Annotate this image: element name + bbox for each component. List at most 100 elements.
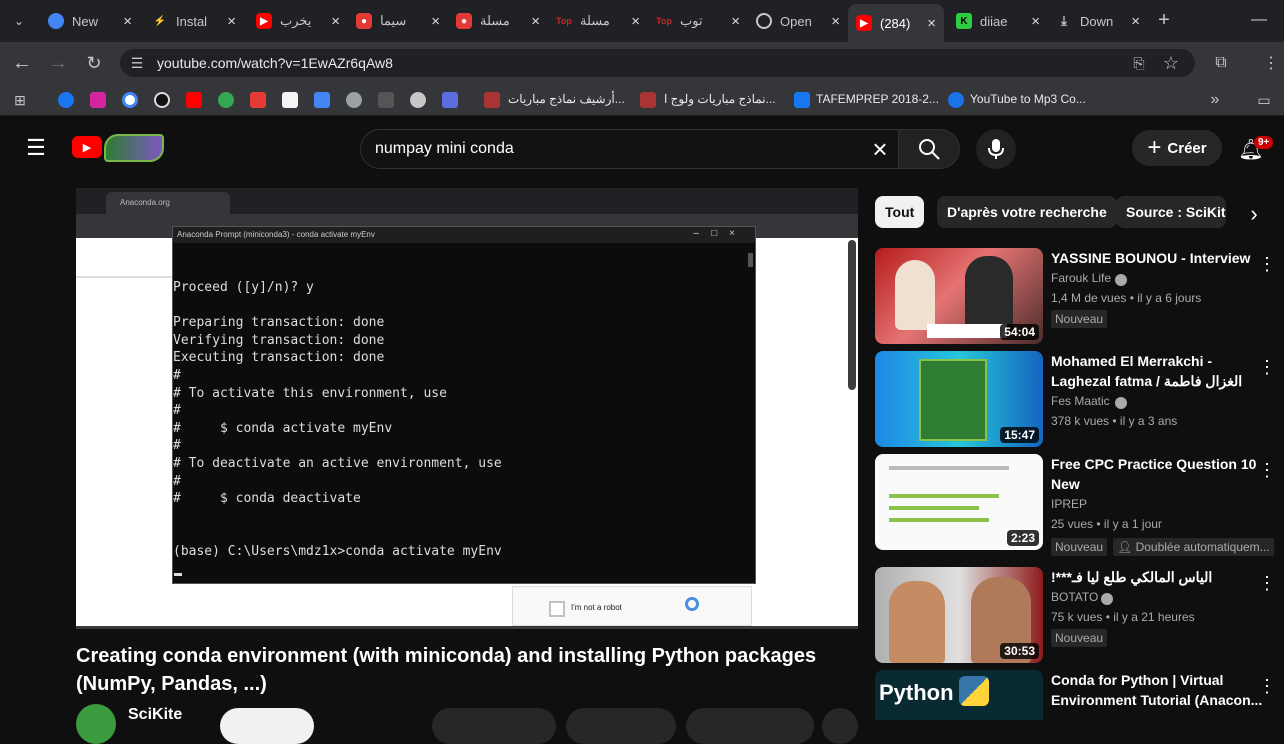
recommendation-item[interactable]: 30:53 الياس المالكي طلع ليا فـ***! BOTAT… [875,567,1284,663]
video-thumbnail[interactable]: 2:23 [875,454,1043,550]
close-icon[interactable]: × [831,13,840,30]
chip-source[interactable]: Source : SciKite [1116,196,1226,228]
clear-search-icon[interactable]: × [868,134,892,164]
bookmark-icon[interactable] [378,92,394,108]
search-input[interactable]: numpay mini conda [375,140,514,158]
download-icon[interactable] [948,92,964,108]
chevron-right-icon[interactable]: › [1244,201,1264,226]
bookmark-icon[interactable] [250,92,266,108]
apps-grid-icon[interactable]: ⊞ [12,92,28,108]
browser-tab-active[interactable]: ▶ (284) × [848,4,944,42]
bookmark-link[interactable]: نماذج مباريات ولوج ا... [664,92,776,106]
channel-avatar[interactable] [76,704,116,744]
more-vert-icon[interactable]: ⋮ [1258,357,1276,378]
close-icon[interactable]: × [631,13,640,30]
close-icon[interactable]: × [1131,13,1140,30]
tab-list-icon[interactable]: ⌄ [8,10,30,32]
close-icon[interactable]: × [227,13,236,30]
search-icon[interactable] [916,136,942,162]
close-icon[interactable]: × [331,13,340,30]
bookmark-star-icon[interactable]: ☆ [1160,52,1182,74]
share-button[interactable] [566,708,676,744]
bookmark-icon[interactable] [484,92,500,108]
browser-tab[interactable]: New × [40,6,140,36]
bookmark-link[interactable]: أرشيف نماذج مباريات... [508,92,625,106]
facebook-icon[interactable] [794,92,810,108]
more-vert-icon[interactable]: ⋮ [1258,254,1276,275]
close-icon[interactable]: × [123,13,132,30]
chip-all[interactable]: Tout [875,196,925,228]
recommendation-channel[interactable]: IPREP [1051,497,1087,511]
url-text[interactable]: youtube.com/watch?v=1EwAZr6qAw8 [157,55,393,71]
close-icon[interactable]: × [731,13,740,30]
video-thumbnail[interactable]: Python [875,670,1043,720]
browser-menu-icon[interactable]: ⋮ [1262,52,1280,74]
video-player[interactable]: Anaconda.org Anaconda Prompt (miniconda3… [76,188,858,626]
install-app-icon[interactable]: ⎘ [1128,53,1150,73]
close-icon[interactable]: × [1031,13,1040,30]
voice-search-button[interactable] [976,129,1016,169]
translate-icon[interactable] [314,92,330,108]
folder-icon[interactable]: ▭ [1254,90,1274,110]
minimize-icon[interactable]: — [1244,8,1274,32]
subscribe-button[interactable] [220,708,314,744]
recommendation-channel[interactable]: BOTATO [1051,590,1098,604]
bookmark-icon[interactable] [282,92,298,108]
browser-tab[interactable]: Top توب × [648,6,748,36]
chip-related[interactable]: D'après votre recherche [937,196,1117,228]
site-info-icon[interactable]: ☰ [128,54,146,72]
browser-tab[interactable]: ● مسلة × [448,6,548,36]
new-tab-icon[interactable]: + [1152,8,1176,32]
youtube-logo[interactable]: ▶ [72,136,102,158]
video-thumbnail[interactable]: 30:53 [875,567,1043,663]
recommendation-item[interactable]: Python Conda for Python | Virtual Enviro… [875,670,1284,720]
video-progress-bar[interactable] [76,626,858,629]
browser-tab[interactable]: ⤓ Down × [1048,6,1148,36]
back-icon[interactable]: ← [10,52,34,74]
bookmark-link[interactable]: TAFEMPREP 2018-2... [816,92,939,106]
forward-icon[interactable]: → [46,52,70,74]
globe-icon[interactable] [410,92,426,108]
browser-tab[interactable]: Kdiiae × [948,6,1048,36]
recommendation-channel[interactable]: Farouk Life [1051,271,1111,285]
more-bookmarks-icon[interactable]: » [1206,90,1224,110]
more-vert-icon[interactable]: ⋮ [1258,460,1276,481]
channel-name[interactable]: SciKite [128,706,182,724]
bookmark-icon[interactable] [442,92,458,108]
like-dislike-button[interactable] [432,708,556,744]
browser-tab[interactable]: ● سيما × [348,6,448,36]
menu-icon[interactable]: ☰ [24,135,48,160]
page-scrollbar[interactable] [848,240,856,390]
facebook-icon[interactable] [58,92,74,108]
doodle-logo[interactable] [104,134,164,162]
recommendation-item[interactable]: 15:47 Mohamed El Merrakchi - Laghezal fa… [875,351,1284,447]
recommendation-item[interactable]: 54:04 YASSINE BOUNOU - Interview Farouk … [875,248,1284,344]
puzzle-icon[interactable] [346,92,362,108]
download-button[interactable] [686,708,814,744]
bookmark-icon[interactable] [154,92,170,108]
browser-tab[interactable]: Open × [748,6,848,36]
close-icon[interactable]: × [531,13,540,30]
google-icon[interactable] [122,92,138,108]
globe-icon[interactable] [218,92,234,108]
recommendation-channel[interactable]: Fes Maatic [1051,394,1110,408]
create-button[interactable]: + Créer [1132,130,1222,166]
instagram-icon[interactable] [90,92,106,108]
bookmark-icon[interactable] [640,92,656,108]
reload-icon[interactable]: ↻ [82,52,106,74]
close-icon[interactable]: × [431,13,440,30]
youtube-icon[interactable] [186,92,202,108]
top-icon: Top [656,16,672,26]
more-vert-icon[interactable]: ⋮ [1258,573,1276,594]
extensions-icon[interactable]: ⧉ [1210,52,1232,74]
browser-tab[interactable]: ▶ يخرب × [248,6,348,36]
video-thumbnail[interactable]: 15:47 [875,351,1043,447]
more-vert-icon[interactable]: ⋮ [1258,676,1276,697]
close-icon[interactable]: × [927,15,936,32]
browser-tab[interactable]: ⚡ Instal × [144,6,244,36]
recommendation-item[interactable]: 2:23 Free CPC Practice Question 10 New I… [875,454,1284,556]
video-thumbnail[interactable]: 54:04 [875,248,1043,344]
browser-tab[interactable]: Top مسلة × [548,6,648,36]
more-actions-button[interactable] [822,708,858,744]
bookmark-link[interactable]: YouTube to Mp3 Co... [970,92,1086,106]
